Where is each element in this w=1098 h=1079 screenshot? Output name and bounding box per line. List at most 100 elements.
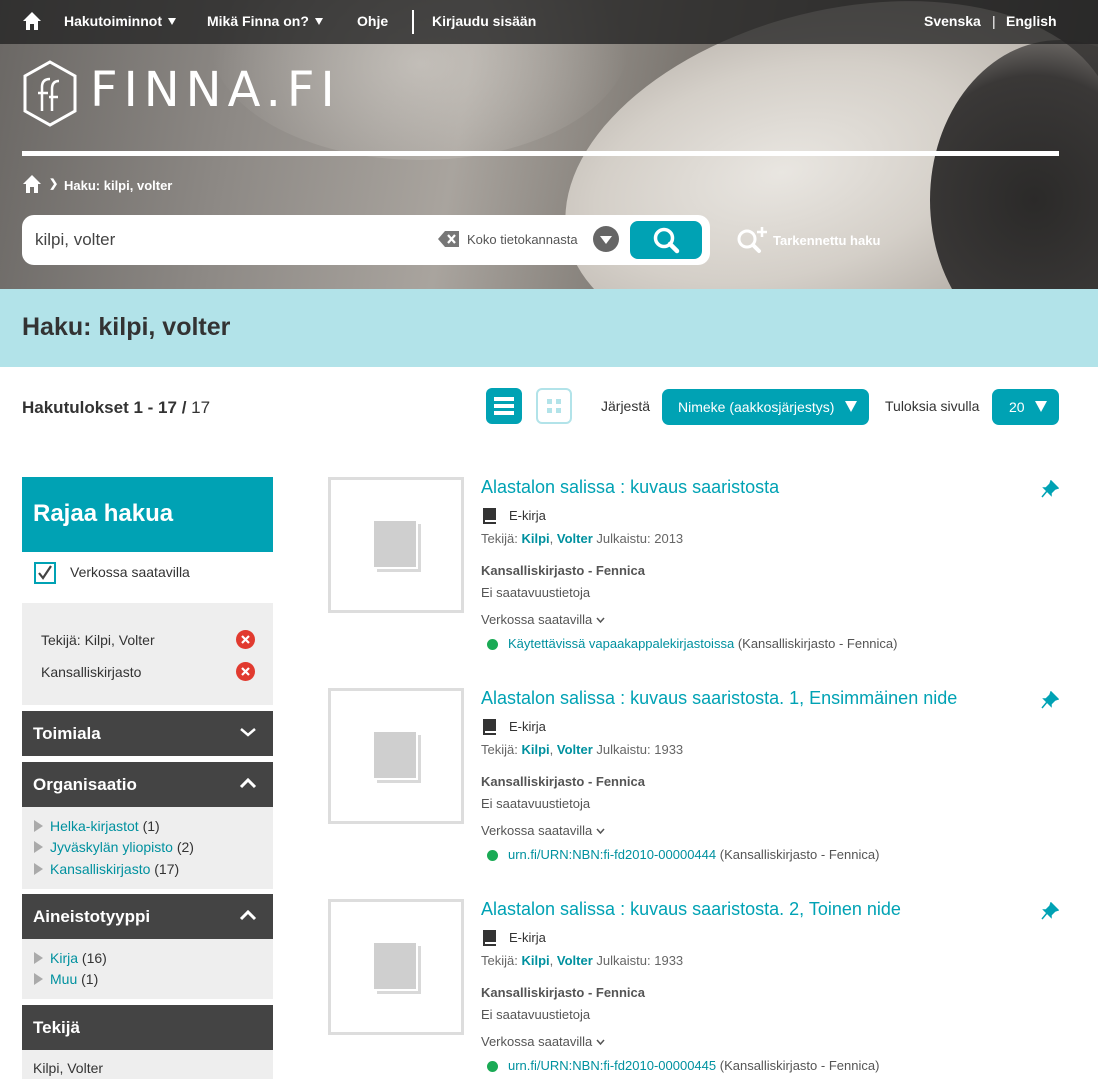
remove-filter-author-button[interactable]: [236, 630, 255, 649]
record-author: Tekijä: Kilpi, Volter Julkaistu: 2013: [481, 531, 684, 546]
facet-aineistotyyppi-list: Kirja (16) Muu (1): [22, 939, 273, 999]
record-online-toggle[interactable]: Verkossa saatavilla: [481, 612, 605, 627]
record-format-label: E-kirja: [509, 930, 546, 945]
pin-icon[interactable]: [1041, 902, 1059, 920]
record-year: 1933: [654, 953, 684, 968]
list-view-icon: [494, 397, 514, 415]
search-button[interactable]: [628, 219, 704, 261]
facet-item-kirja[interactable]: Kirja (16): [34, 950, 107, 966]
record-author-last-link[interactable]: Kilpi: [521, 742, 549, 757]
login-link[interactable]: Kirjaudu sisään: [432, 0, 536, 44]
result-record: Alastalon salissa : kuvaus saaristosta. …: [328, 899, 1063, 1079]
record-online-toggle[interactable]: Verkossa saatavilla: [481, 823, 605, 838]
facet-tekija-header[interactable]: Tekijä: [22, 1005, 273, 1050]
grid-view-button[interactable]: [536, 388, 572, 424]
availability-dot: [487, 850, 498, 861]
search-scope-label: Koko tietokannasta: [467, 232, 578, 247]
record-online-link[interactable]: urn.fi/URN:NBN:fi-fd2010-00000444: [508, 847, 716, 862]
facet-item-jyvaskyla[interactable]: Jyväskylän yliopisto (2): [34, 839, 194, 855]
result-record: Alastalon salissa : kuvaus saaristosta E…: [328, 477, 1063, 677]
expand-triangle-icon: [34, 863, 43, 875]
record-title-link[interactable]: Alastalon salissa : kuvaus saaristosta. …: [481, 688, 957, 709]
record-format-label: E-kirja: [509, 719, 546, 734]
chevron-down-icon: [596, 617, 605, 624]
facet-item-label[interactable]: Jyväskylän yliopisto: [50, 839, 173, 855]
book-icon: [483, 930, 496, 946]
search-input[interactable]: kilpi, volter: [35, 230, 115, 250]
record-organisation: Kansalliskirjasto - Fennica: [481, 985, 646, 1000]
close-icon: [241, 667, 250, 676]
sort-label: Järjestä: [601, 398, 651, 414]
record-availability: Ei saatavuustietoja: [481, 585, 591, 600]
active-filters: Tekijä: Kilpi, Volter Kansalliskirjasto: [22, 603, 273, 705]
facet-toimiala-header[interactable]: Toimiala: [22, 711, 273, 756]
facet-item-kilpi-volter[interactable]: Kilpi, Volter: [33, 1060, 103, 1076]
breadcrumb-current: Haku: kilpi, volter: [64, 178, 173, 193]
per-page-select[interactable]: 20: [992, 389, 1059, 425]
menu-help[interactable]: Ohje: [357, 0, 388, 44]
online-available-label: Verkossa saatavilla: [70, 564, 190, 580]
language-english[interactable]: English: [1006, 0, 1057, 44]
record-online-link-org: (Kansalliskirjasto - Fennica): [719, 1058, 880, 1073]
record-author-first-link[interactable]: Volter: [557, 953, 593, 968]
advanced-search-label: Tarkennettu haku: [773, 233, 881, 248]
home-link[interactable]: [22, 0, 42, 44]
per-page-label: Tuloksia sivulla: [885, 398, 980, 414]
backspace-icon[interactable]: [437, 229, 461, 249]
menu-search-functions[interactable]: Hakutoiminnot: [64, 0, 176, 44]
availability-dot: [487, 1061, 498, 1072]
chevron-down-icon: [596, 1039, 605, 1046]
record-thumbnail[interactable]: [328, 477, 464, 613]
facet-item-kansalliskirjasto[interactable]: Kansalliskirjasto (17): [34, 861, 179, 877]
facet-item-label[interactable]: Helka-kirjastot: [50, 818, 139, 834]
magnifier-plus-icon: [737, 227, 767, 253]
record-online-toggle[interactable]: Verkossa saatavilla: [481, 1034, 605, 1049]
record-author-last-link[interactable]: Kilpi: [521, 953, 549, 968]
chevron-down-icon: [240, 728, 256, 737]
facet-item-label[interactable]: Kirja: [50, 950, 78, 966]
list-view-button[interactable]: [486, 388, 522, 424]
grid-view-icon: [547, 399, 561, 413]
facet-item-label[interactable]: Kansalliskirjasto: [50, 861, 150, 877]
page-title: Haku: kilpi, volter: [22, 313, 231, 341]
facet-organisaatio-header[interactable]: Organisaatio: [22, 762, 273, 807]
facet-item-label[interactable]: Muu: [50, 971, 77, 987]
book-icon: [483, 508, 496, 524]
record-title-link[interactable]: Alastalon salissa : kuvaus saaristosta. …: [481, 899, 901, 920]
facet-aineistotyyppi-title: Aineistotyyppi: [33, 907, 151, 926]
record-online-label: Verkossa saatavilla: [481, 1034, 593, 1049]
search-scope-dropdown[interactable]: [593, 226, 619, 252]
sort-select[interactable]: Nimeke (aakkosjärjestys): [662, 389, 869, 425]
language-svenska[interactable]: Svenska: [924, 0, 981, 44]
facet-aineistotyyppi-header[interactable]: Aineistotyyppi: [22, 894, 273, 939]
record-online-link[interactable]: Käytettävissä vapaakappalekirjastoissa: [508, 636, 734, 651]
online-available-checkbox[interactable]: [34, 562, 56, 584]
facet-item-count: (1): [81, 971, 99, 987]
record-author-label: Tekijä:: [481, 953, 518, 968]
pin-icon[interactable]: [1041, 691, 1059, 709]
breadcrumb-separator: ❯: [49, 178, 59, 190]
book-placeholder-icon: [372, 519, 421, 572]
record-published-label: Julkaistu:: [596, 531, 651, 546]
finna-logo-text: FINNA.FI: [90, 62, 341, 118]
facet-organisaatio-title: Organisaatio: [33, 775, 137, 794]
active-filter-organisation: Kansalliskirjasto: [41, 664, 142, 680]
record-online-link[interactable]: urn.fi/URN:NBN:fi-fd2010-00000445: [508, 1058, 716, 1073]
remove-filter-organisation-button[interactable]: [236, 662, 255, 681]
facet-item-helka[interactable]: Helka-kirjastot (1): [34, 818, 160, 834]
facet-item-muu[interactable]: Muu (1): [34, 971, 98, 987]
record-thumbnail[interactable]: [328, 899, 464, 1035]
record-thumbnail[interactable]: [328, 688, 464, 824]
record-published-label: Julkaistu:: [596, 953, 651, 968]
record-format-label: E-kirja: [509, 508, 546, 523]
record-author-first-link[interactable]: Volter: [557, 531, 593, 546]
record-organisation: Kansalliskirjasto - Fennica: [481, 563, 646, 578]
breadcrumb-home-icon[interactable]: [22, 174, 42, 194]
menu-what-is-finna[interactable]: Mikä Finna on?: [207, 0, 323, 44]
record-title-link[interactable]: Alastalon salissa : kuvaus saaristosta: [481, 477, 779, 498]
record-author-first-link[interactable]: Volter: [557, 742, 593, 757]
language-separator: |: [992, 13, 996, 29]
pin-icon[interactable]: [1041, 480, 1059, 498]
record-author-last-link[interactable]: Kilpi: [521, 531, 549, 546]
facet-tekija-title: Tekijä: [33, 1018, 80, 1037]
